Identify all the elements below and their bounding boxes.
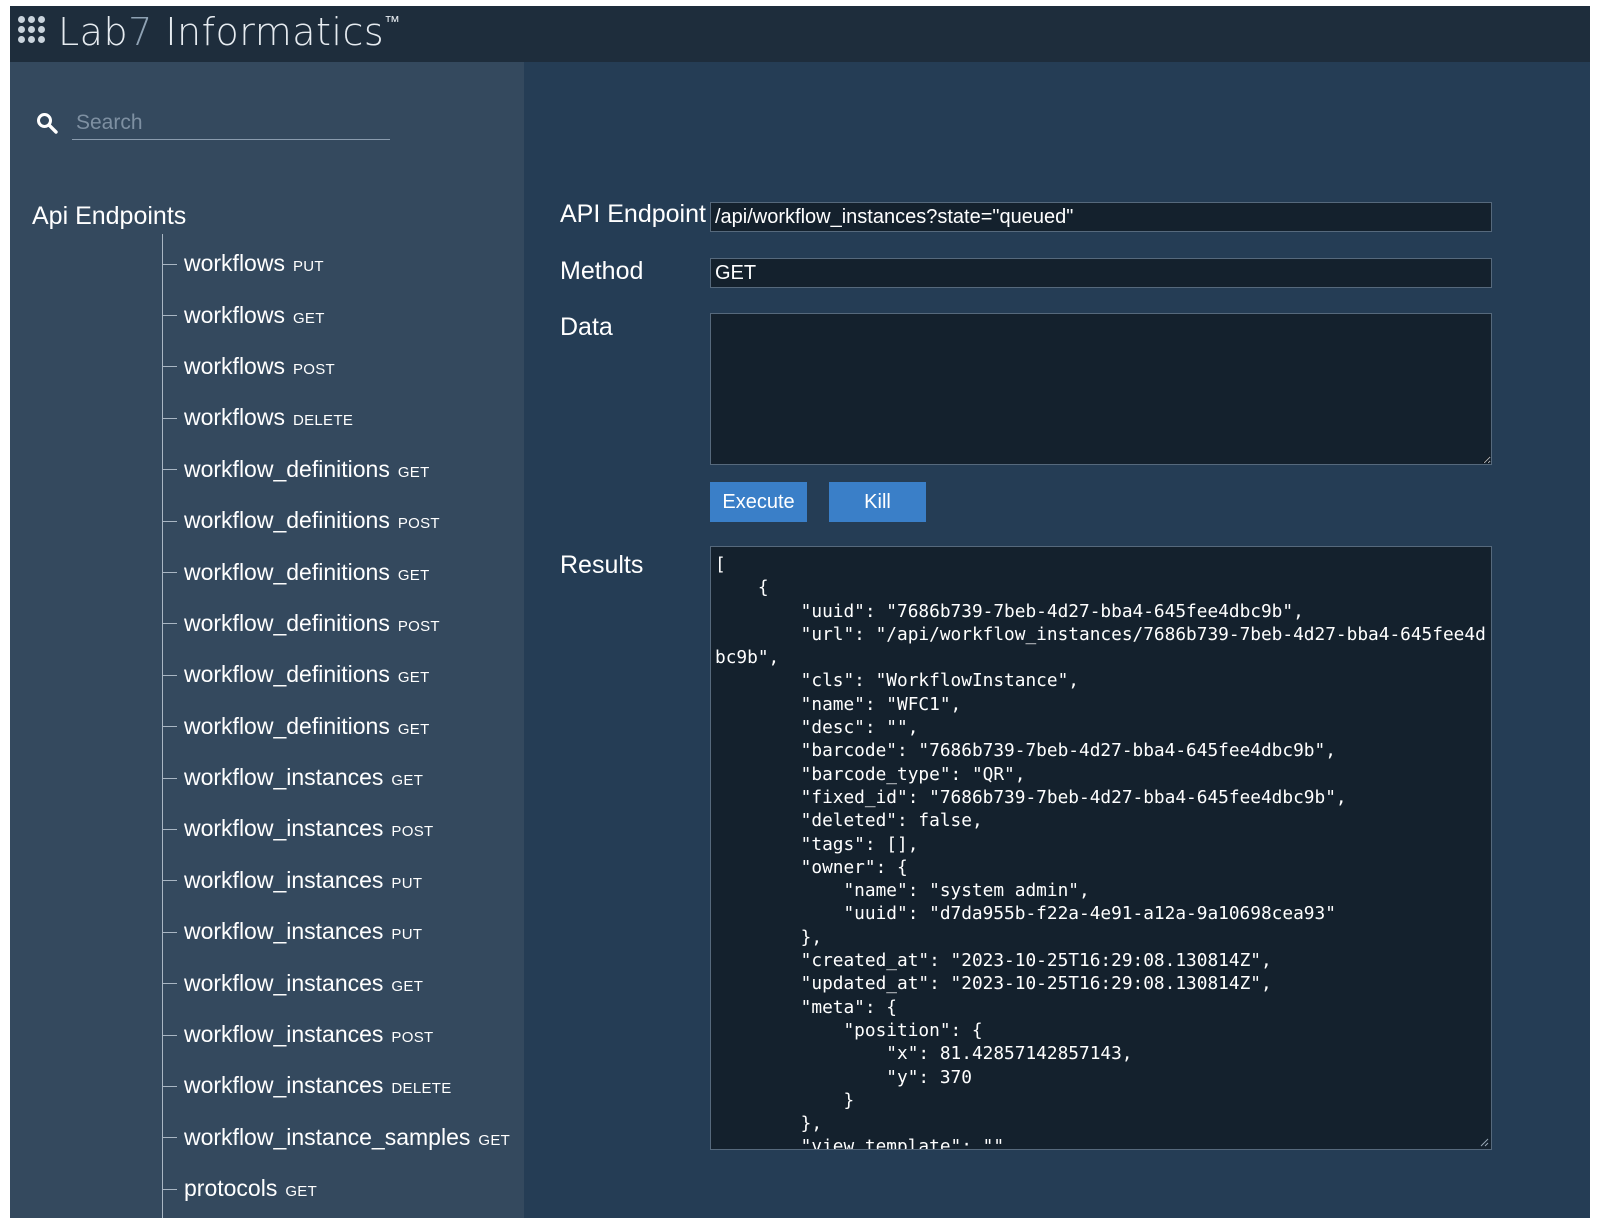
endpoint-method: GET xyxy=(285,1183,318,1201)
endpoint-method: POST xyxy=(391,1029,434,1047)
data-textarea[interactable] xyxy=(710,313,1492,465)
endpoint-item[interactable]: workflow_definitions POST xyxy=(162,598,510,649)
endpoint-name: workflow_definitions xyxy=(184,712,390,739)
endpoint-method: GET xyxy=(478,1131,511,1149)
search-input[interactable] xyxy=(72,106,390,140)
endpoint-method: POST xyxy=(391,823,434,841)
endpoint-item[interactable]: workflow_instance_samples GET xyxy=(162,1112,510,1163)
endpoint-method: POST xyxy=(292,360,336,378)
endpoint-item[interactable]: workflow_instances PUT xyxy=(162,855,510,906)
endpoint-name: workflow_instances xyxy=(184,1021,384,1048)
logo-grid-icon xyxy=(18,16,50,48)
endpoint-item[interactable]: workflow_instances GET xyxy=(162,752,510,803)
endpoint-method: POST xyxy=(397,617,440,635)
endpoint-item[interactable]: workflow_definitions GET xyxy=(162,546,510,597)
endpoint-name: workflows xyxy=(184,352,285,379)
results-json: [ { "uuid": "7686b739-7beb-4d27-bba4-645… xyxy=(715,554,1486,1150)
endpoint-name: protocols xyxy=(184,1175,278,1202)
endpoint-method: PUT xyxy=(391,926,423,944)
endpoint-method: DELETE xyxy=(292,412,354,430)
endpoint-item[interactable]: workflow_instances POST xyxy=(162,803,510,854)
endpoint-method: GET xyxy=(397,463,430,481)
endpoint-name: workflow_definitions xyxy=(184,507,390,534)
endpoint-item[interactable]: workflows PUT xyxy=(162,238,510,289)
execute-button[interactable]: Execute xyxy=(710,482,807,522)
main-panel: API Endpoint Method Data Execute Kill Re… xyxy=(524,62,1590,1218)
brand-logo: Lab7 Informatics™ xyxy=(58,10,401,54)
endpoint-item[interactable]: workflow_definitions GET xyxy=(162,444,510,495)
endpoint-item[interactable]: workflow_instances POST xyxy=(162,1009,510,1060)
endpoint-name: workflows xyxy=(184,404,285,431)
search-icon xyxy=(37,113,58,134)
endpoint-tree: workflows PUT workflows GET workflows POST wor… xyxy=(162,238,510,1214)
endpoint-item[interactable]: workflow_instances PUT xyxy=(162,906,510,957)
app-window: Lab7 Informatics™ Api Endpoints workflow… xyxy=(10,6,1590,1218)
endpoint-method: GET xyxy=(397,566,430,584)
endpoint-name: workflow_instances xyxy=(184,918,384,945)
endpoint-method: PUT xyxy=(391,874,423,892)
endpoint-item[interactable]: workflows GET xyxy=(162,289,510,340)
kill-button[interactable]: Kill xyxy=(829,482,926,522)
endpoint-name: workflows xyxy=(184,301,285,328)
endpoint-method: POST xyxy=(397,515,440,533)
endpoint-item[interactable]: workflow_definitions GET xyxy=(162,649,510,700)
api-endpoint-label: API Endpoint xyxy=(560,200,706,228)
search-box xyxy=(34,106,394,142)
endpoint-item[interactable]: workflows POST xyxy=(162,341,510,392)
endpoint-name: workflow_definitions xyxy=(184,661,390,688)
endpoint-name: workflow_instances xyxy=(184,866,384,893)
endpoint-item[interactable]: protocols GET xyxy=(162,1163,510,1214)
results-box[interactable]: [ { "uuid": "7686b739-7beb-4d27-bba4-645… xyxy=(710,546,1492,1150)
sidebar: Api Endpoints workflowsPUTworkflowsGETwo… xyxy=(10,62,524,1218)
endpoint-item[interactable]: workflow_instances GET xyxy=(162,957,510,1008)
endpoint-name: workflow_definitions xyxy=(184,455,390,482)
results-label: Results xyxy=(560,551,644,579)
top-bar: Lab7 Informatics™ xyxy=(10,6,1590,62)
endpoint-method: GET xyxy=(391,772,424,790)
endpoint-method: GET xyxy=(391,977,424,995)
endpoint-item[interactable]: workflows DELETE xyxy=(162,392,510,443)
endpoint-method: PUT xyxy=(292,258,324,276)
endpoint-name: workflow_instances xyxy=(184,815,384,842)
endpoint-name: workflow_definitions xyxy=(184,558,390,585)
endpoint-item[interactable]: workflow_definitions POST xyxy=(162,495,510,546)
endpoint-name: workflow_definitions xyxy=(184,609,390,636)
api-endpoints-heading: Api Endpoints xyxy=(32,202,187,230)
endpoint-method: GET xyxy=(292,309,325,327)
data-label: Data xyxy=(560,313,613,341)
endpoint-name: workflow_instances xyxy=(184,1072,384,1099)
endpoint-name: workflow_instances xyxy=(184,764,384,791)
api-endpoint-input[interactable] xyxy=(710,202,1492,232)
endpoint-name: workflow_instance_samples xyxy=(184,1123,471,1150)
endpoint-item[interactable]: workflow_definitions GET xyxy=(162,701,510,752)
method-input[interactable] xyxy=(710,258,1492,288)
endpoint-name: workflow_instances xyxy=(184,969,384,996)
resize-grip-icon[interactable] xyxy=(1479,1137,1489,1147)
method-label: Method xyxy=(560,257,644,285)
endpoint-item[interactable]: workflow_instances DELETE xyxy=(162,1060,510,1111)
endpoint-name: workflows xyxy=(184,250,285,277)
endpoint-method: GET xyxy=(397,669,430,687)
endpoint-method: GET xyxy=(397,720,430,738)
endpoint-method: DELETE xyxy=(391,1080,452,1098)
